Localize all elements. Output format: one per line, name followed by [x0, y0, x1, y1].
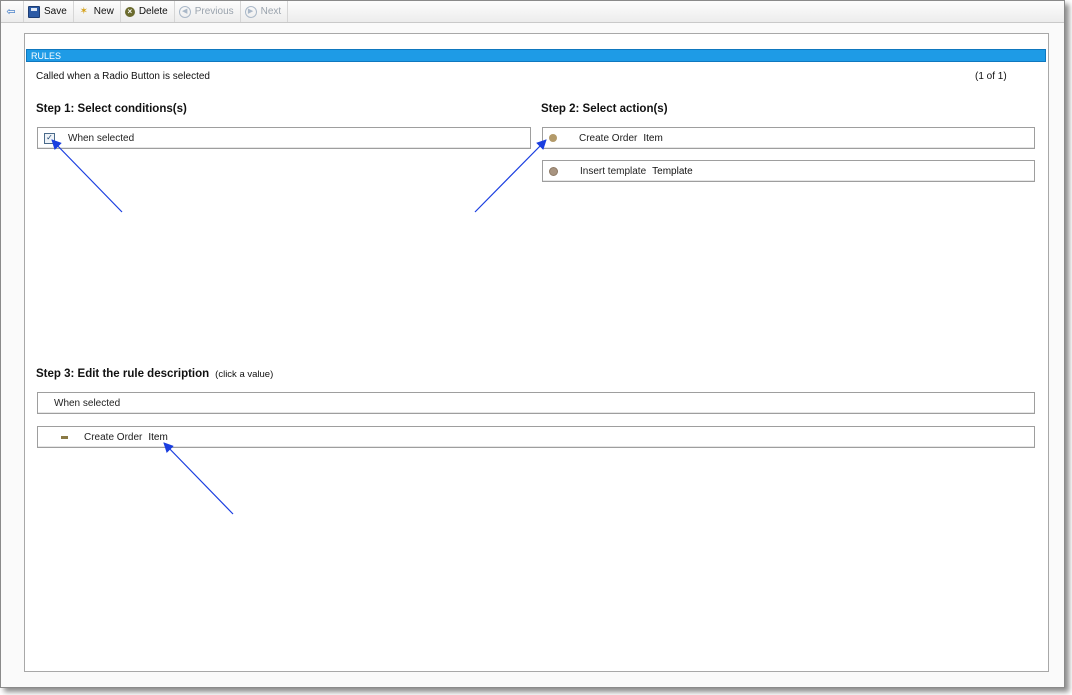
action-item[interactable]: Create Order Item — [542, 127, 1035, 149]
action-icon — [549, 134, 557, 142]
toolbar: ⇦ Save ✶ New × Delete ◀ Previous ▶ Next — [1, 1, 1064, 23]
condition-label: When selected — [68, 132, 135, 144]
description-action: Create Order Item — [37, 426, 1035, 448]
next-label: Next — [260, 6, 282, 17]
new-label: New — [93, 6, 114, 17]
save-button[interactable]: Save — [24, 1, 74, 22]
action-value: Template — [652, 165, 693, 177]
next-button[interactable]: ▶ Next — [241, 1, 289, 22]
action-label: Create Order — [579, 132, 638, 144]
rules-header: RULES — [26, 49, 1046, 62]
description-condition: When selected — [37, 392, 1035, 414]
action-item[interactable]: Insert template Template — [542, 160, 1035, 182]
window-frame: ⇦ Save ✶ New × Delete ◀ Previous ▶ Next … — [0, 0, 1065, 688]
back-button[interactable]: ⇦ — [1, 1, 24, 22]
new-button[interactable]: ✶ New — [74, 1, 121, 22]
delete-button[interactable]: × Delete — [121, 1, 175, 22]
action-icon — [549, 166, 558, 176]
rule-count: (1 of 1) — [975, 71, 1007, 82]
condition-item[interactable]: ✓ When selected — [37, 127, 531, 149]
action-dash-icon — [61, 435, 68, 439]
action-label: Insert template — [580, 165, 647, 177]
description-action-label: Create Order — [84, 431, 143, 443]
step3-hint: (click a value) — [215, 369, 274, 380]
condition-checkbox[interactable]: ✓ — [44, 132, 55, 144]
save-label: Save — [44, 6, 67, 17]
description-condition-text: When selected — [54, 397, 121, 409]
step1-title: Step 1: Select conditions(s) — [36, 103, 187, 115]
previous-button[interactable]: ◀ Previous — [175, 1, 241, 22]
back-arrow-icon: ⇦ — [6, 5, 16, 18]
previous-icon: ◀ — [178, 5, 191, 18]
rule-title: Called when a Radio Button is selected — [36, 71, 210, 82]
step2-title: Step 2: Select action(s) — [541, 103, 668, 115]
delete-icon: × — [124, 6, 135, 17]
new-icon: ✶ — [79, 5, 88, 17]
action-value: Item — [643, 132, 663, 144]
save-icon — [28, 5, 40, 18]
step3-title: Step 3: Edit the rule description (click … — [36, 368, 273, 380]
next-icon: ▶ — [244, 5, 257, 18]
delete-label: Delete — [138, 6, 168, 17]
step3-title-text: Step 3: Edit the rule description — [36, 368, 210, 380]
previous-label: Previous — [194, 6, 234, 17]
description-action-value-link[interactable]: Item — [148, 432, 167, 443]
